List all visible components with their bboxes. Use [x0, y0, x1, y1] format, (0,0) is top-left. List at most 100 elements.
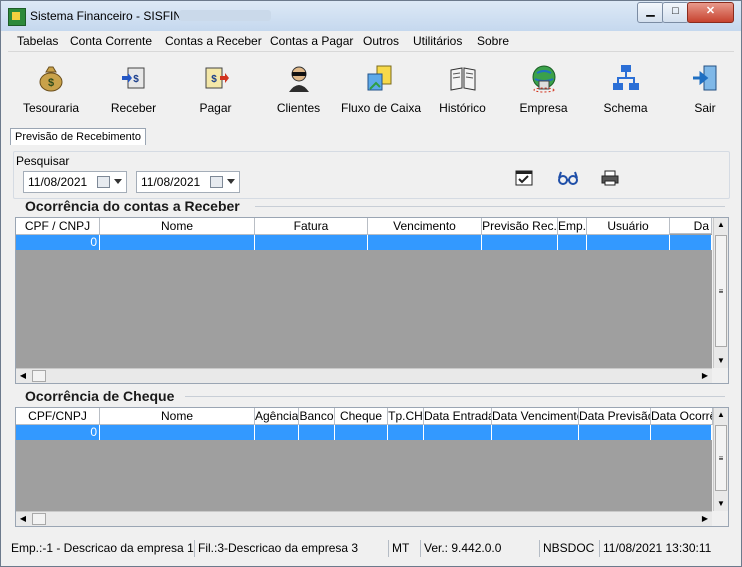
fluxo-de-caixa-label: Fluxo de Caixa [341, 101, 422, 115]
date-from-picker[interactable]: 11/08/2021 [23, 171, 127, 193]
cell-nome[interactable] [100, 425, 255, 440]
receber-section-divider [255, 206, 725, 207]
empresa-button[interactable]: Empresa [516, 63, 571, 115]
cell-da[interactable] [670, 235, 712, 250]
cell-tp-ch[interactable] [388, 425, 424, 440]
close-button[interactable]: ✕ [687, 2, 734, 23]
cell-cpf-cnpj[interactable]: 0 [16, 425, 100, 440]
scroll-thumb[interactable] [32, 513, 46, 525]
col-cpf-cnpj[interactable]: CPF / CNPJ [16, 218, 100, 235]
print-button[interactable] [600, 168, 620, 188]
cell-data-previsao[interactable] [579, 425, 651, 440]
receber-grid[interactable]: CPF / CNPJ Nome Fatura Vencimento Previs… [15, 217, 729, 384]
pagar-button[interactable]: $ Pagar [188, 63, 243, 115]
scroll-thumb[interactable]: ≡ [715, 425, 727, 491]
col-previsao-rec[interactable]: Previsão Rec. [482, 218, 558, 235]
cell-banco[interactable] [299, 425, 335, 440]
checklist-icon [515, 170, 533, 186]
svg-text:$: $ [47, 77, 53, 89]
scroll-left-icon[interactable]: ◀ [16, 369, 30, 383]
col-cheque[interactable]: Cheque [335, 408, 388, 425]
cell-data-vencimento[interactable] [492, 425, 579, 440]
checklist-button[interactable] [514, 168, 534, 188]
receber-section-title: Ocorrência do contas a Receber [25, 198, 240, 214]
col-usuario[interactable]: Usuário [587, 218, 670, 235]
col-data-vencimento[interactable]: Data Vencimento [492, 408, 579, 425]
cash-flow-icon [367, 65, 392, 91]
col-cpf-cnpj[interactable]: CPF/CNPJ [16, 408, 100, 425]
col-nome[interactable]: Nome [100, 218, 255, 235]
col-vencimento[interactable]: Vencimento [368, 218, 482, 235]
receber-horizontal-scrollbar[interactable]: ◀ ▶ [16, 368, 712, 383]
svg-text:$: $ [133, 74, 139, 85]
cheque-grid[interactable]: CPF/CNPJ Nome Agência Banco Cheque Tp.CH… [15, 407, 729, 527]
cheque-vertical-scrollbar[interactable]: ▲ ≡ ▼ [713, 408, 728, 511]
historico-button[interactable]: Histórico [435, 63, 490, 115]
scroll-down-icon[interactable]: ▼ [714, 497, 728, 511]
maximize-button[interactable]: □ [662, 2, 689, 23]
cell-vencimento[interactable] [368, 235, 482, 250]
receber-button[interactable]: $ Receber [106, 63, 161, 115]
col-data-entrada[interactable]: Data Entrada [424, 408, 492, 425]
window-title: Sistema Financeiro - SISFIN [30, 9, 183, 23]
cell-nome[interactable] [100, 235, 255, 250]
tesouraria-button[interactable]: $ Tesouraria [23, 63, 79, 115]
col-emp[interactable]: Emp. [558, 218, 587, 235]
col-data-ocorrencia[interactable]: Data Ocorrê [651, 408, 713, 425]
chevron-down-icon[interactable] [114, 179, 122, 184]
cheque-horizontal-scrollbar[interactable]: ◀ ▶ [16, 511, 712, 526]
scroll-right-icon[interactable]: ▶ [698, 512, 712, 526]
col-nome[interactable]: Nome [100, 408, 255, 425]
menu-tabelas[interactable]: Tabelas [17, 34, 58, 48]
clientes-button[interactable]: Clientes [271, 63, 326, 115]
search-glasses-button[interactable] [557, 168, 578, 188]
menu-contas-a-pagar[interactable]: Contas a Pagar [270, 34, 353, 48]
sair-button[interactable]: Sair [680, 63, 730, 115]
cell-data-ocorrencia[interactable] [651, 425, 712, 440]
date-to-picker[interactable]: 11/08/2021 [136, 171, 240, 193]
col-banco[interactable]: Banco [299, 408, 335, 425]
calendar-icon[interactable] [97, 176, 110, 188]
cell-fatura[interactable] [255, 235, 368, 250]
scroll-thumb[interactable] [32, 370, 46, 382]
col-data-previsao[interactable]: Data Previsão [579, 408, 651, 425]
date-to-value: 11/08/2021 [141, 175, 201, 189]
receber-vertical-scrollbar[interactable]: ▲ ≡ ▼ [713, 218, 728, 368]
receber-grid-body: CPF / CNPJ Nome Fatura Vencimento Previs… [16, 218, 712, 368]
scroll-up-icon[interactable]: ▲ [714, 218, 728, 232]
toolbar: $ Tesouraria $ Receber $ Pagar Clientes … [8, 53, 734, 121]
schema-icon [612, 65, 639, 90]
empresa-label: Empresa [519, 101, 568, 115]
scroll-down-icon[interactable]: ▼ [714, 354, 728, 368]
calendar-icon[interactable] [210, 176, 223, 188]
date-from-value: 11/08/2021 [28, 175, 88, 189]
scroll-thumb[interactable]: ≡ [715, 235, 727, 347]
menu-utilitarios[interactable]: Utilitários [413, 34, 462, 48]
col-agencia[interactable]: Agência [255, 408, 299, 425]
scroll-up-icon[interactable]: ▲ [714, 408, 728, 422]
menu-conta-corrente[interactable]: Conta Corrente [70, 34, 152, 48]
chevron-down-icon[interactable] [227, 179, 235, 184]
cell-data-entrada[interactable] [424, 425, 492, 440]
cell-emp[interactable] [558, 235, 587, 250]
col-fatura[interactable]: Fatura [255, 218, 368, 235]
menu-sobre[interactable]: Sobre [477, 34, 509, 48]
tab-previsao-de-recebimento[interactable]: Previsão de Recebimento [10, 128, 146, 146]
col-da[interactable]: Da [670, 218, 712, 234]
menu-outros[interactable]: Outros [363, 34, 399, 48]
cell-agencia[interactable] [255, 425, 299, 440]
col-tp-ch[interactable]: Tp.CH [388, 408, 424, 425]
cell-cheque[interactable] [335, 425, 388, 440]
schema-button[interactable]: Schema [598, 63, 653, 115]
cheque-grid-body: CPF/CNPJ Nome Agência Banco Cheque Tp.CH… [16, 408, 713, 511]
menu-contas-a-receber[interactable]: Contas a Receber [165, 34, 262, 48]
title-redacted [179, 10, 271, 21]
cell-previsao-rec[interactable] [482, 235, 558, 250]
scroll-left-icon[interactable]: ◀ [16, 512, 30, 526]
minimize-button[interactable]: ▁ [637, 2, 664, 23]
cell-cpf-cnpj[interactable]: 0 [16, 235, 100, 250]
fluxo-de-caixa-button[interactable]: Fluxo de Caixa [341, 63, 422, 115]
money-bag-icon: $ [39, 66, 62, 92]
scroll-right-icon[interactable]: ▶ [698, 369, 712, 383]
cell-usuario[interactable] [587, 235, 670, 250]
